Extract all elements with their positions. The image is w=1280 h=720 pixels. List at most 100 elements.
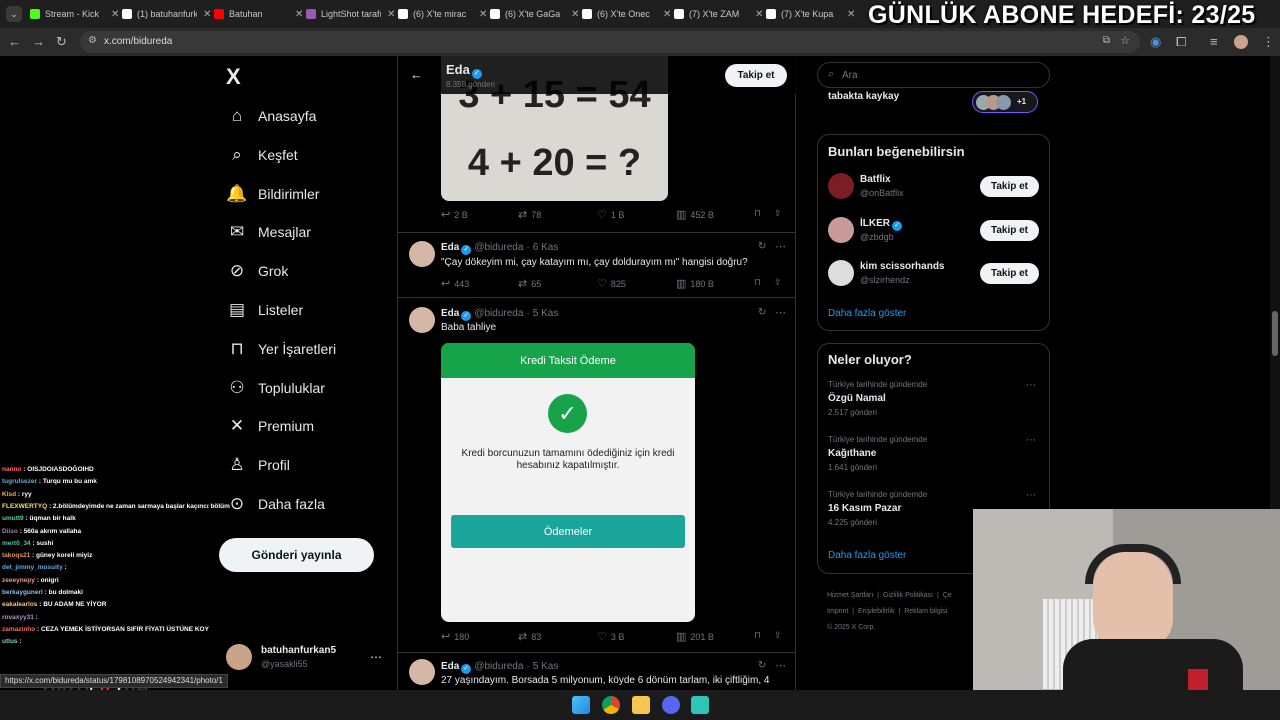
- community-title[interactable]: tabakta kaykay: [828, 91, 899, 102]
- suggestion-item[interactable]: İLKER ✓ @zbdgb Takip et: [818, 215, 1049, 251]
- retweet-button[interactable]: ⇄ 65: [518, 277, 541, 290]
- tweet-image-card[interactable]: Kredi Taksit Ödeme ✓ Kredi borcunuzun ta…: [441, 343, 695, 622]
- tab-close-icon[interactable]: ✕: [847, 9, 855, 20]
- app-icon[interactable]: [691, 696, 709, 714]
- tab-close-icon[interactable]: ✕: [479, 9, 487, 20]
- post-button[interactable]: Gönderi yayınla: [219, 538, 374, 572]
- grok-icon[interactable]: ↻: [758, 241, 766, 252]
- more-icon[interactable]: ⋯: [775, 659, 786, 672]
- tab-close-icon[interactable]: ✕: [755, 9, 763, 20]
- reply-button[interactable]: ↩ 2 B: [441, 208, 468, 221]
- browser-menu-icon[interactable]: ⋮: [1262, 34, 1275, 50]
- chrome-icon[interactable]: [602, 696, 620, 714]
- browser-tab[interactable]: Stream - Kick ✕: [30, 4, 119, 24]
- browser-tab[interactable]: Batuhan ✕: [214, 4, 303, 24]
- show-more-trends-link[interactable]: Daha fazla göster: [828, 550, 906, 561]
- trend-item[interactable]: Türkiye tarihinde gündemde Kağıthane 1.641…: [828, 435, 1040, 479]
- scrollbar-thumb[interactable]: [1272, 311, 1278, 356]
- nav-item-1[interactable]: ⌂ Anasayfa: [226, 104, 317, 128]
- browser-tab[interactable]: LightShot tarafından ✕: [306, 4, 395, 24]
- share-icon[interactable]: ⇪: [774, 630, 782, 641]
- tab-close-icon[interactable]: ✕: [295, 9, 303, 20]
- more-icon[interactable]: ⋯: [775, 306, 786, 319]
- tab-search-dropdown[interactable]: ⌄: [6, 6, 22, 22]
- reload-icon[interactable]: ↻: [56, 34, 67, 50]
- tweet-author[interactable]: Eda ✓ @bidureda · 5 Kas: [441, 661, 558, 674]
- tweet-avatar[interactable]: [409, 307, 435, 333]
- nav-item-11[interactable]: ⊙ Daha fazla: [226, 492, 325, 516]
- tweet[interactable]: Eda ✓ @bidureda · 5 Kas ↻ ⋯ Baba tahliye Kre…: [398, 297, 796, 652]
- reply-button[interactable]: ↩ 443: [441, 277, 469, 290]
- views-button[interactable]: ▥ 452 B: [676, 208, 714, 221]
- bookmark-star-icon[interactable]: ☆: [1120, 34, 1130, 47]
- nav-item-10[interactable]: ♙ Profil: [226, 453, 290, 477]
- address-bar[interactable]: ⚙ x.com/bidureda ⧉ ☆: [80, 31, 1140, 53]
- follow-button[interactable]: Takip et: [980, 176, 1039, 197]
- more-icon[interactable]: ⋯: [1026, 435, 1036, 446]
- browser-tab[interactable]: (1) batuhanfurkan5 ✕: [122, 4, 211, 24]
- grok-icon[interactable]: ↻: [758, 660, 766, 671]
- views-button[interactable]: ▥ 180 B: [676, 277, 714, 290]
- browser-tab[interactable]: (7) X'te Kupa ✕: [766, 4, 855, 24]
- follow-button[interactable]: Takip et: [980, 263, 1039, 284]
- ads-info-link[interactable]: Reklam bilgisi: [904, 608, 947, 615]
- tab-close-icon[interactable]: ✕: [111, 9, 119, 20]
- browser-tab[interactable]: (6) X'te GaGa ✕: [490, 4, 579, 24]
- tab-close-icon[interactable]: ✕: [571, 9, 579, 20]
- imprint-link[interactable]: Imprint: [827, 608, 848, 615]
- terms-link[interactable]: Hizmet Şartları: [827, 592, 873, 599]
- privacy-link[interactable]: Gizlilik Politikası: [883, 592, 933, 599]
- extensions-puzzle-icon[interactable]: ⧠: [1176, 34, 1186, 50]
- suggestion-item[interactable]: Batflix @onBatflix Takip et: [818, 171, 1049, 207]
- file-explorer-icon[interactable]: [632, 696, 650, 714]
- grok-icon[interactable]: ↻: [758, 307, 766, 318]
- profile-avatar[interactable]: [1234, 35, 1248, 49]
- share-icon[interactable]: ⇪: [774, 208, 782, 219]
- discord-icon[interactable]: [662, 696, 680, 714]
- back-icon[interactable]: ←: [8, 34, 21, 49]
- nav-item-3[interactable]: 🔔 Bildirimler: [226, 182, 319, 206]
- media-icon[interactable]: ≡: [1210, 34, 1218, 49]
- extension-icon[interactable]: ◉: [1150, 34, 1161, 50]
- share-icon[interactable]: ⇪: [774, 277, 782, 288]
- retweet-button[interactable]: ⇄ 83: [518, 630, 541, 643]
- cookie-link[interactable]: Çe: [943, 592, 952, 599]
- more-icon[interactable]: ⋯: [370, 650, 382, 664]
- install-icon[interactable]: ⧉: [1103, 35, 1110, 46]
- nav-item-4[interactable]: ✉ Mesajlar: [226, 220, 311, 244]
- tweet[interactable]: Eda ✓ @bidureda · 5 Kas ↻ ⋯ 27 yaşındayım. B…: [398, 652, 796, 690]
- nav-item-6[interactable]: ▤ Listeler: [226, 298, 303, 322]
- tweet-avatar[interactable]: [409, 241, 435, 267]
- tab-close-icon[interactable]: ✕: [663, 9, 671, 20]
- x-logo[interactable]: X: [226, 64, 241, 90]
- browser-tab[interactable]: (6) X'te mirac ✕: [398, 4, 487, 24]
- tab-close-icon[interactable]: ✕: [387, 9, 395, 20]
- more-icon[interactable]: ⋯: [1026, 380, 1036, 391]
- bookmark-icon[interactable]: ⊓: [754, 277, 761, 288]
- browser-tab[interactable]: (6) X'te Onec ✕: [582, 4, 671, 24]
- search-input[interactable]: ⌕ Ara: [817, 62, 1050, 88]
- community-members[interactable]: +1: [972, 91, 1038, 113]
- forward-icon[interactable]: →: [32, 34, 45, 49]
- like-button[interactable]: ♡ 825: [597, 277, 626, 290]
- payments-button[interactable]: Ödemeler: [451, 515, 685, 548]
- trend-item[interactable]: Türkiye tarihinde gündemde Özgü Namal 2.51…: [828, 380, 1040, 424]
- site-info-icon[interactable]: ⚙: [88, 35, 97, 46]
- accessibility-link[interactable]: Erişilebilirlik: [858, 608, 895, 615]
- more-icon[interactable]: ⋯: [1026, 490, 1036, 501]
- browser-tab[interactable]: (7) X'te ZAM ✕: [674, 4, 763, 24]
- tab-close-icon[interactable]: ✕: [203, 9, 211, 20]
- retweet-button[interactable]: ⇄ 78: [518, 208, 541, 221]
- suggestion-item[interactable]: kim scissorhands @slzirhendz Takip et: [818, 258, 1049, 294]
- back-arrow-icon[interactable]: ←: [410, 67, 423, 82]
- nav-item-8[interactable]: ⚇ Topluluklar: [226, 376, 325, 400]
- tweet[interactable]: Eda ✓ @bidureda · 6 Kas ↻ ⋯ "Çay dökeyim mi,…: [398, 232, 796, 297]
- windows-start-icon[interactable]: [572, 696, 590, 714]
- like-button[interactable]: ♡ 1 B: [597, 208, 624, 221]
- tweet-author[interactable]: Eda ✓ @bidureda · 6 Kas: [441, 242, 558, 255]
- like-button[interactable]: ♡ 3 B: [597, 630, 624, 643]
- nav-item-5[interactable]: ⊘ Grok: [226, 259, 288, 283]
- tweet-avatar[interactable]: [409, 659, 435, 685]
- reply-button[interactable]: ↩ 180: [441, 630, 469, 643]
- account-switcher[interactable]: batuhanfurkan5 @yasakli55 ⋯: [226, 644, 386, 674]
